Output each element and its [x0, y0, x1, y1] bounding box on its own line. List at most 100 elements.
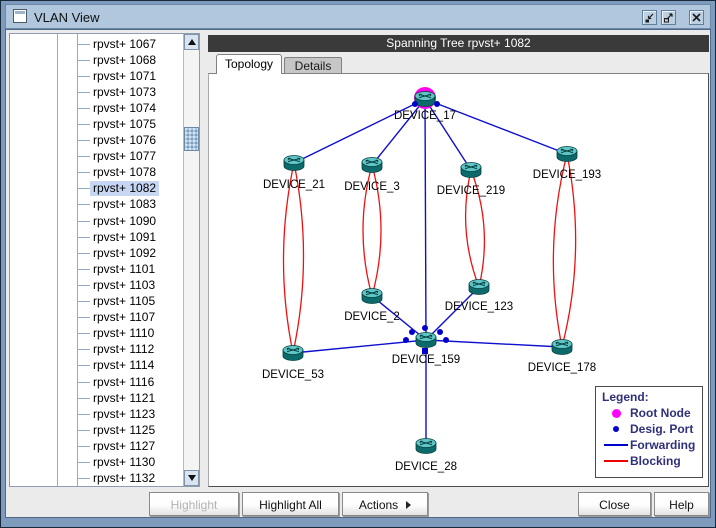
legend-dot-icon	[602, 426, 630, 432]
tree-item[interactable]: rpvst+ 1107	[10, 310, 182, 326]
tree-connector	[77, 108, 90, 109]
device-node-DEVICE_17[interactable]	[415, 92, 435, 107]
tree-item[interactable]: rpvst+ 1071	[10, 68, 182, 84]
device-label: DEVICE_178	[528, 362, 596, 374]
legend-label: Forwarding	[630, 438, 695, 452]
tree-item[interactable]: rpvst+ 1101	[10, 261, 182, 277]
tree-item[interactable]: rpvst+ 1123	[10, 406, 182, 422]
tree-item-label: rpvst+ 1083	[90, 197, 159, 212]
tree-item[interactable]: rpvst+ 1132	[10, 471, 182, 487]
tree-item[interactable]: rpvst+ 1082	[10, 181, 182, 197]
tree-item-label: rpvst+ 1092	[90, 246, 159, 261]
tree-item[interactable]: rpvst+ 1112	[10, 342, 182, 358]
legend-title: Legend:	[602, 390, 696, 404]
tree-item[interactable]: rpvst+ 1067	[10, 36, 182, 52]
tree-item[interactable]: rpvst+ 1091	[10, 229, 182, 245]
tree-item-label: rpvst+ 1103	[90, 278, 158, 293]
tree-connector	[77, 365, 90, 366]
up-arrow-icon	[188, 39, 196, 45]
tree-connector	[77, 188, 90, 189]
vlan-tree-list: rpvst+ 1067rpvst+ 1068rpvst+ 1071rpvst+ …	[10, 36, 182, 487]
tree-item[interactable]: rpvst+ 1125	[10, 422, 182, 438]
edge-forwarding	[372, 99, 425, 165]
minimize-button[interactable]	[642, 10, 657, 25]
title-bar[interactable]: VLAN View	[5, 4, 711, 29]
tree-item-label: rpvst+ 1116	[90, 375, 157, 390]
device-node-DEVICE_219[interactable]	[461, 163, 481, 178]
tab-topology[interactable]: Topology	[216, 54, 282, 74]
highlight-button[interactable]: Highlight	[149, 492, 239, 516]
tree-item[interactable]: rpvst+ 1116	[10, 374, 182, 390]
designated-port-marker	[412, 101, 418, 107]
tree-item[interactable]: rpvst+ 1110	[10, 326, 182, 342]
tree-item[interactable]: rpvst+ 1073	[10, 84, 182, 100]
tree-item-label: rpvst+ 1132	[90, 471, 158, 486]
help-button[interactable]: Help	[654, 492, 709, 516]
tree-connector	[77, 285, 90, 286]
edge-blocking	[293, 163, 304, 353]
tree-item[interactable]: rpvst+ 1076	[10, 133, 182, 149]
tree-connector	[77, 253, 90, 254]
device-node-DEVICE_178[interactable]	[552, 340, 572, 355]
tree-item[interactable]: rpvst+ 1078	[10, 165, 182, 181]
tree-item[interactable]: rpvst+ 1130	[10, 454, 182, 470]
tree-item-label: rpvst+ 1114	[90, 358, 157, 373]
tree-item[interactable]: rpvst+ 1083	[10, 197, 182, 213]
close-button[interactable]: Close	[578, 492, 651, 516]
tree-item[interactable]: rpvst+ 1114	[10, 358, 182, 374]
maximize-button[interactable]	[661, 10, 676, 25]
device-node-DEVICE_53[interactable]	[283, 346, 303, 361]
tree-item-label: rpvst+ 1073	[90, 85, 159, 100]
tree-item[interactable]: rpvst+ 1075	[10, 116, 182, 132]
tree-item[interactable]: rpvst+ 1074	[10, 100, 182, 116]
legend-item: Blocking	[602, 453, 696, 469]
tree-item-label: rpvst+ 1130	[90, 455, 158, 470]
tree-item-label: rpvst+ 1075	[90, 117, 159, 132]
tree-item[interactable]: rpvst+ 1090	[10, 213, 182, 229]
designated-port-marker	[443, 337, 449, 343]
tree-item[interactable]: rpvst+ 1121	[10, 390, 182, 406]
scroll-up-button[interactable]	[184, 34, 199, 50]
device-node-DEVICE_3[interactable]	[362, 158, 382, 173]
tree-item[interactable]: rpvst+ 1092	[10, 245, 182, 261]
tree-connector	[77, 414, 90, 415]
tree-item[interactable]: rpvst+ 1105	[10, 294, 182, 310]
tab-details[interactable]: Details	[284, 57, 342, 74]
tree-item-label: rpvst+ 1071	[90, 69, 159, 84]
tree-item[interactable]: rpvst+ 1077	[10, 149, 182, 165]
window-title: VLAN View	[34, 5, 100, 30]
down-arrow-icon	[188, 475, 196, 481]
scroll-down-button[interactable]	[184, 470, 199, 486]
tree-connector	[77, 269, 90, 270]
close-window-button[interactable]	[689, 10, 704, 25]
tree-item[interactable]: rpvst+ 1068	[10, 52, 182, 68]
legend-label: Desig. Port	[630, 422, 693, 436]
tree-scrollbar[interactable]	[183, 34, 199, 486]
edge-blocking	[553, 154, 567, 347]
close-icon	[690, 11, 703, 24]
vlan-view-window: VLAN View rpvst+ 1067rpvst+ 1068rpvst+ 1…	[0, 0, 716, 528]
tree-connector	[77, 60, 90, 61]
tree-connector	[77, 317, 90, 318]
device-node-DEVICE_159[interactable]	[416, 333, 436, 348]
tree-item[interactable]: rpvst+ 1127	[10, 438, 182, 454]
edge-forwarding	[426, 287, 479, 340]
device-label: DEVICE_2	[344, 311, 400, 323]
tree-item-label: rpvst+ 1123	[90, 407, 158, 422]
device-node-DEVICE_193[interactable]	[557, 147, 577, 162]
device-node-DEVICE_2[interactable]	[362, 289, 382, 304]
scrollbar-thumb[interactable]	[184, 127, 199, 151]
device-node-DEVICE_21[interactable]	[284, 156, 304, 171]
device-label: DEVICE_159	[392, 354, 460, 366]
actions-menu-button[interactable]: Actions	[342, 492, 428, 516]
edge-forwarding	[425, 99, 426, 340]
highlight-all-button[interactable]: Highlight All	[242, 492, 339, 516]
edge-blocking	[562, 154, 576, 347]
spanning-tree-panel: Spanning Tree rpvst+ 1082 Topology Detai…	[208, 33, 709, 487]
designated-port-marker	[422, 348, 428, 354]
tree-connector	[77, 333, 90, 334]
tree-item[interactable]: rpvst+ 1103	[10, 277, 182, 293]
device-node-DEVICE_28[interactable]	[416, 439, 436, 454]
device-node-DEVICE_123[interactable]	[469, 280, 489, 295]
designated-port-marker	[403, 337, 409, 343]
